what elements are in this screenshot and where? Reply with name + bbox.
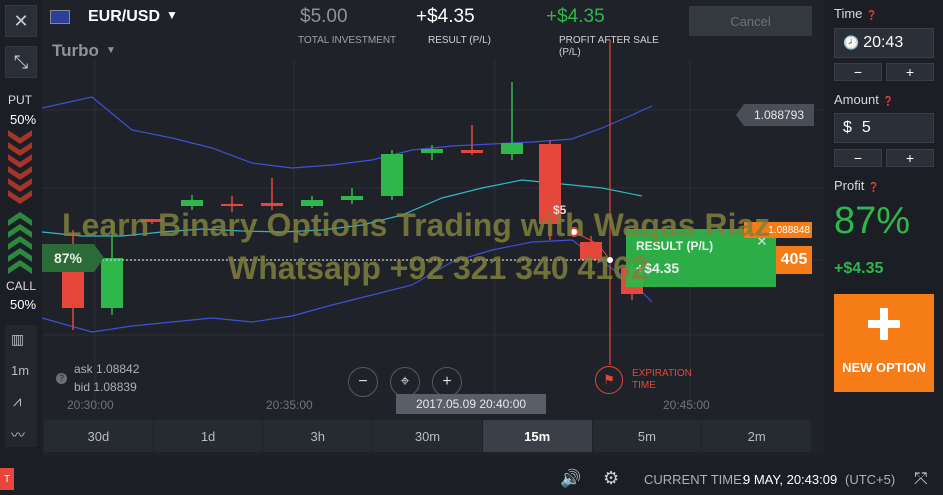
expiration-time-tag: 2017.05.09 20:40:00 <box>396 394 546 414</box>
profit-label: Profit ❓ <box>834 178 880 193</box>
call-label: CALL <box>6 279 37 293</box>
expiration-label: EXPIRATION TIME <box>632 368 692 391</box>
time-help-icon[interactable]: ❓ <box>866 10 877 20</box>
sound-icon[interactable]: 🔊 <box>560 469 581 489</box>
fullscreen-icon[interactable]: ⤧ <box>914 469 928 489</box>
result-value: +$4.35 <box>416 6 475 27</box>
candle-8 <box>381 154 403 196</box>
payout-tag: 87% <box>42 244 94 272</box>
put-percent: 50% <box>10 112 37 127</box>
ask-row: ask 1.08842 <box>74 362 140 376</box>
candle-0 <box>62 268 84 308</box>
time-value: 20:43 <box>863 34 904 51</box>
profit-after-sale-sub: (P/L) <box>559 47 581 58</box>
bid-row: bid 1.08839 <box>74 380 137 394</box>
amount-help-icon[interactable]: ❓ <box>882 96 893 106</box>
candle-10 <box>461 150 483 153</box>
candle-3 <box>181 200 203 206</box>
expiration-flag-icon: ⚑ <box>595 366 623 394</box>
collapse-icon[interactable]: ⤡ <box>5 46 37 78</box>
crosshair-icon[interactable]: ⌖ <box>390 367 420 397</box>
put-label: PUT <box>8 93 32 107</box>
left-toolbar: ✕ ⤡ PUT 50% CALL 50% ▥ 1m ⩘ 〰 <box>0 0 40 495</box>
candle-6 <box>301 200 323 206</box>
help-icon[interactable]: ? <box>56 373 67 384</box>
call-percent: 50% <box>10 297 37 312</box>
amount-plus-button[interactable]: + <box>886 149 934 167</box>
total-investment-value: $5.00 <box>300 6 348 27</box>
chart-tools: ▥ 1m ⩘ 〰 <box>5 325 37 447</box>
tab-30d[interactable]: 30d <box>44 420 153 452</box>
profit-after-sale-label: PROFIT AFTER SALE <box>559 35 659 46</box>
amount-minus-button[interactable]: − <box>834 149 882 167</box>
amount-currency: $ <box>843 119 852 136</box>
plus-icon <box>868 308 900 340</box>
pair-chevron-down-icon[interactable]: ▼ <box>166 8 178 22</box>
timezone: (UTC+5) <box>845 472 896 487</box>
candle-1 <box>101 258 123 308</box>
candle-9 <box>421 149 443 153</box>
x-label-3: 20:45:00 <box>663 398 710 412</box>
cancel-button[interactable]: Cancel <box>689 6 812 36</box>
payout-tag-arrow <box>94 244 104 272</box>
tab-30m[interactable]: 30m <box>373 420 482 452</box>
candle-4 <box>221 204 243 206</box>
left-tag[interactable]: T <box>0 468 14 490</box>
asset-pair[interactable]: EUR/USD <box>88 8 160 26</box>
profit-help-icon[interactable]: ❓ <box>868 182 879 192</box>
timeframe-button[interactable]: 1m <box>11 363 29 378</box>
eu-flag-icon <box>50 10 70 24</box>
zoom-in-button[interactable]: + <box>432 367 462 397</box>
indicators-icon[interactable]: 〰 <box>11 425 25 445</box>
bid-value: 1.08839 <box>93 380 137 394</box>
watermark-line-2: Whatsapp +92 321 340 4162 <box>228 250 649 286</box>
chart-area[interactable]: EUR/USD ▼ Turbo ▼ $5.00 TOTAL INVESTMENT… <box>42 0 824 455</box>
tab-15m[interactable]: 15m <box>482 420 592 452</box>
x-label-2: 20:35:00 <box>266 398 313 412</box>
mode-chevron-down-icon[interactable]: ▼ <box>106 45 116 56</box>
tab-5m[interactable]: 5m <box>592 420 702 452</box>
price-tag-arrow <box>736 104 744 126</box>
current-time-label: CURRENT TIME: <box>644 472 746 487</box>
candles-icon[interactable]: ▥ <box>11 331 24 348</box>
bottom-bar: T 🔊 ⚙ CURRENT TIME: 9 MAY, 20:43:09 (UTC… <box>0 465 943 495</box>
watermark-line-1: Learn Binary Options Trading with Waqas … <box>62 207 771 243</box>
gear-icon[interactable]: ⚙ <box>603 468 619 489</box>
candle-7 <box>341 196 363 200</box>
tab-2m[interactable]: 2m <box>702 420 811 452</box>
ask-value: 1.08842 <box>96 362 140 376</box>
current-time-value: 9 MAY, 20:43:09 <box>743 472 838 487</box>
candle-5 <box>261 203 283 206</box>
new-option-button[interactable]: NEW OPTION <box>834 294 934 392</box>
sentiment-arrows <box>8 130 32 274</box>
x-label-1: 20:30:00 <box>67 398 114 412</box>
right-panel: Time ❓ 🕗 20:43 − + Amount ❓ $5 − + Profit… <box>826 0 943 465</box>
amount-value: 5 <box>861 119 871 136</box>
tab-1d[interactable]: 1d <box>153 420 263 452</box>
result-label: RESULT (P/L) <box>428 35 491 46</box>
time-minus-button[interactable]: − <box>834 63 882 81</box>
profit-after-sale-value: +$4.35 <box>546 6 605 27</box>
candle-11 <box>501 143 523 154</box>
profit-value: +$4.35 <box>834 260 884 277</box>
current-price-tag: 405 <box>776 246 812 274</box>
draw-icon[interactable]: ⩘ <box>13 393 21 410</box>
new-option-label: NEW OPTION <box>842 360 926 375</box>
amount-field[interactable]: $5 <box>834 113 934 143</box>
mode-selector[interactable]: Turbo <box>52 41 99 61</box>
time-field[interactable]: 🕗 20:43 <box>834 28 934 58</box>
amount-label: Amount ❓ <box>834 92 894 107</box>
time-label: Time ❓ <box>834 6 878 21</box>
price-tag: 1.088793 <box>744 104 814 126</box>
time-plus-button[interactable]: + <box>886 63 934 81</box>
clock-icon: 🕗 <box>843 35 860 50</box>
close-icon[interactable]: ✕ <box>5 5 37 37</box>
zoom-out-button[interactable]: − <box>348 367 378 397</box>
total-investment-label: TOTAL INVESTMENT <box>298 35 397 46</box>
profit-percent: 87% <box>834 200 911 242</box>
tab-3h[interactable]: 3h <box>263 420 373 452</box>
